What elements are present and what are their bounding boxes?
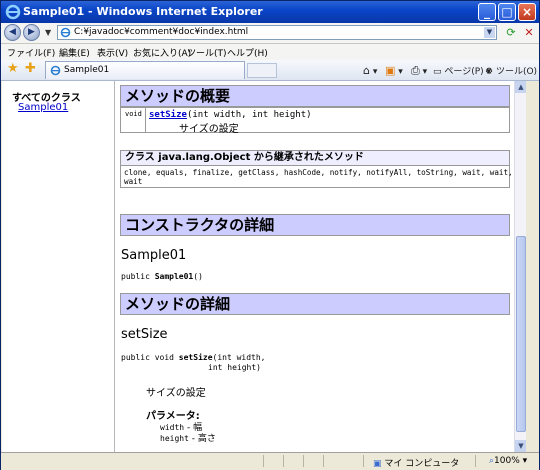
constructor-sig-prefix: public	[121, 272, 155, 281]
maximize-button[interactable]: □	[498, 3, 516, 21]
constructor-sig-suffix: ()	[193, 272, 203, 281]
zoom-level[interactable]: ⌕100% ▾	[489, 456, 527, 466]
computer-icon: ▣	[373, 459, 382, 469]
inherited-methods-heading: クラス java.lang.Object から継承されたメソッド	[120, 150, 510, 166]
forward-arrow-icon[interactable]: ▶	[23, 24, 40, 41]
tools-menu-button[interactable]: ⚙ ツール(O) ▾	[485, 64, 540, 77]
tab-page-icon	[50, 65, 61, 76]
stop-x-icon[interactable]: ✕	[521, 25, 537, 40]
status-divider	[363, 455, 364, 467]
method-name: setSize	[121, 327, 168, 342]
close-button[interactable]: ×	[518, 3, 536, 21]
tools-menu-label: ツール(O)	[495, 67, 538, 77]
tab-bar: ★ ✚ Sample01 ⌂ ▾ ▣ ▾ ⎙ ▾ ▭ ページ(P) ▾ ⚙ ツー…	[1, 60, 540, 81]
vertical-scrollbar[interactable]: ▲ ▼	[514, 81, 526, 452]
status-divider	[303, 455, 304, 467]
address-dropdown-icon[interactable]: ▼	[484, 27, 495, 38]
home-icon[interactable]: ⌂ ▾	[363, 64, 377, 77]
menu-view[interactable]: 表示(V)	[97, 46, 128, 59]
status-divider	[323, 455, 324, 467]
window-title: Sample01 - Windows Internet Explorer	[23, 5, 263, 18]
page-menu-button[interactable]: ▭ ページ(P) ▾	[433, 64, 491, 77]
menu-favorites[interactable]: お気に入り(A)	[133, 46, 191, 59]
method-detail-heading: メソッドの詳細	[120, 293, 510, 315]
method-signature-line1: public void setSize(int width,	[121, 353, 266, 362]
method-sig-suffix: (int width,	[212, 353, 266, 362]
method-sig-prefix: public void	[121, 353, 179, 362]
method-summary-row: void setSize(int width, int height) サイズの…	[120, 107, 510, 135]
status-bar: ▣ マイ コンピュータ ⌕100% ▾	[1, 452, 539, 470]
print-icon[interactable]: ⎙ ▾	[411, 64, 427, 78]
menu-tools[interactable]: ツール(T)	[187, 46, 227, 59]
status-divider	[283, 455, 284, 467]
zoom-level-value: 100%	[494, 456, 520, 466]
method-summary-heading: メソッドの概要	[120, 85, 510, 107]
summary-params: (int width, int height)	[186, 110, 312, 120]
summary-method-link[interactable]: setSize	[149, 110, 187, 120]
class-link-sample01[interactable]: Sample01	[18, 102, 68, 113]
summary-signature: setSize(int width, int height)	[149, 110, 312, 120]
address-field[interactable]: C:¥javadoc¥comment¥doc¥index.html ▼	[57, 25, 497, 40]
constructor-detail-heading: コンストラクタの詳細	[120, 214, 510, 236]
summary-divider	[145, 108, 146, 132]
minimize-button[interactable]: _	[478, 3, 496, 21]
tab-label: Sample01	[64, 65, 110, 75]
param-height-name: height	[160, 434, 189, 443]
page-icon	[60, 27, 71, 38]
param-height-desc: - 高さ	[188, 434, 216, 444]
favorites-star-icon[interactable]: ★	[7, 62, 19, 76]
method-signature-line2: int height)	[208, 363, 261, 372]
menu-help[interactable]: ヘルプ(H)	[227, 46, 268, 59]
refresh-icon[interactable]: ⟳	[503, 25, 519, 40]
feeds-icon[interactable]: ▣ ▾	[385, 64, 403, 77]
menu-file[interactable]: ファイル(F)	[7, 46, 55, 59]
constructor-sig-name: Sample01	[154, 272, 194, 281]
tab-sample01[interactable]: Sample01	[45, 61, 245, 79]
scroll-down-icon[interactable]: ▼	[515, 440, 526, 452]
page-menu-label: ページ(P)	[444, 67, 484, 77]
constructor-name: Sample01	[121, 248, 187, 263]
class-detail-frame: メソッドの概要 void setSize(int width, int heig…	[116, 81, 514, 452]
ie-logo-icon	[5, 4, 21, 20]
title-bar: Sample01 - Windows Internet Explorer _ □…	[1, 1, 539, 23]
history-dropdown-icon[interactable]: ▼	[45, 28, 51, 37]
method-description: サイズの設定	[146, 388, 206, 399]
inherited-methods-line1: clone, equals, finalize, getClass, hashC…	[124, 168, 513, 177]
new-tab-button[interactable]	[247, 63, 277, 78]
scroll-up-icon[interactable]: ▲	[515, 81, 526, 93]
summary-description: サイズの設定	[179, 124, 239, 135]
status-divider	[263, 455, 264, 467]
constructor-signature: public Sample01()	[121, 272, 203, 281]
scroll-thumb[interactable]	[516, 236, 526, 432]
class-list-frame: すべてのクラス Sample01	[2, 81, 115, 452]
address-url: C:¥javadoc¥comment¥doc¥index.html	[74, 27, 249, 37]
browser-viewport: すべてのクラス Sample01 メソッドの概要 void setSize(in…	[2, 81, 526, 452]
status-divider	[475, 455, 476, 467]
summary-modifier: void	[125, 110, 142, 118]
menu-bar: ファイル(F) 編集(E) 表示(V) お気に入り(A) ツール(T) ヘルプ(…	[1, 44, 539, 60]
back-arrow-icon[interactable]: ◀	[4, 24, 21, 41]
security-zone-label: マイ コンピュータ	[384, 459, 460, 469]
menu-edit[interactable]: 編集(E)	[59, 46, 90, 59]
method-sig-name: setSize	[178, 353, 213, 362]
inherited-methods-row: clone, equals, finalize, getClass, hashC…	[120, 165, 513, 188]
inherited-methods-line2: wait	[124, 177, 143, 186]
security-zone: ▣ マイ コンピュータ	[373, 456, 459, 469]
add-favorites-icon[interactable]: ✚	[25, 62, 36, 76]
address-bar-row: ◀ ▶ ▼ C:¥javadoc¥comment¥doc¥index.html …	[1, 23, 539, 44]
param-height: height - 高さ	[160, 431, 216, 444]
ie-window: Sample01 - Windows Internet Explorer _ □…	[0, 0, 540, 470]
